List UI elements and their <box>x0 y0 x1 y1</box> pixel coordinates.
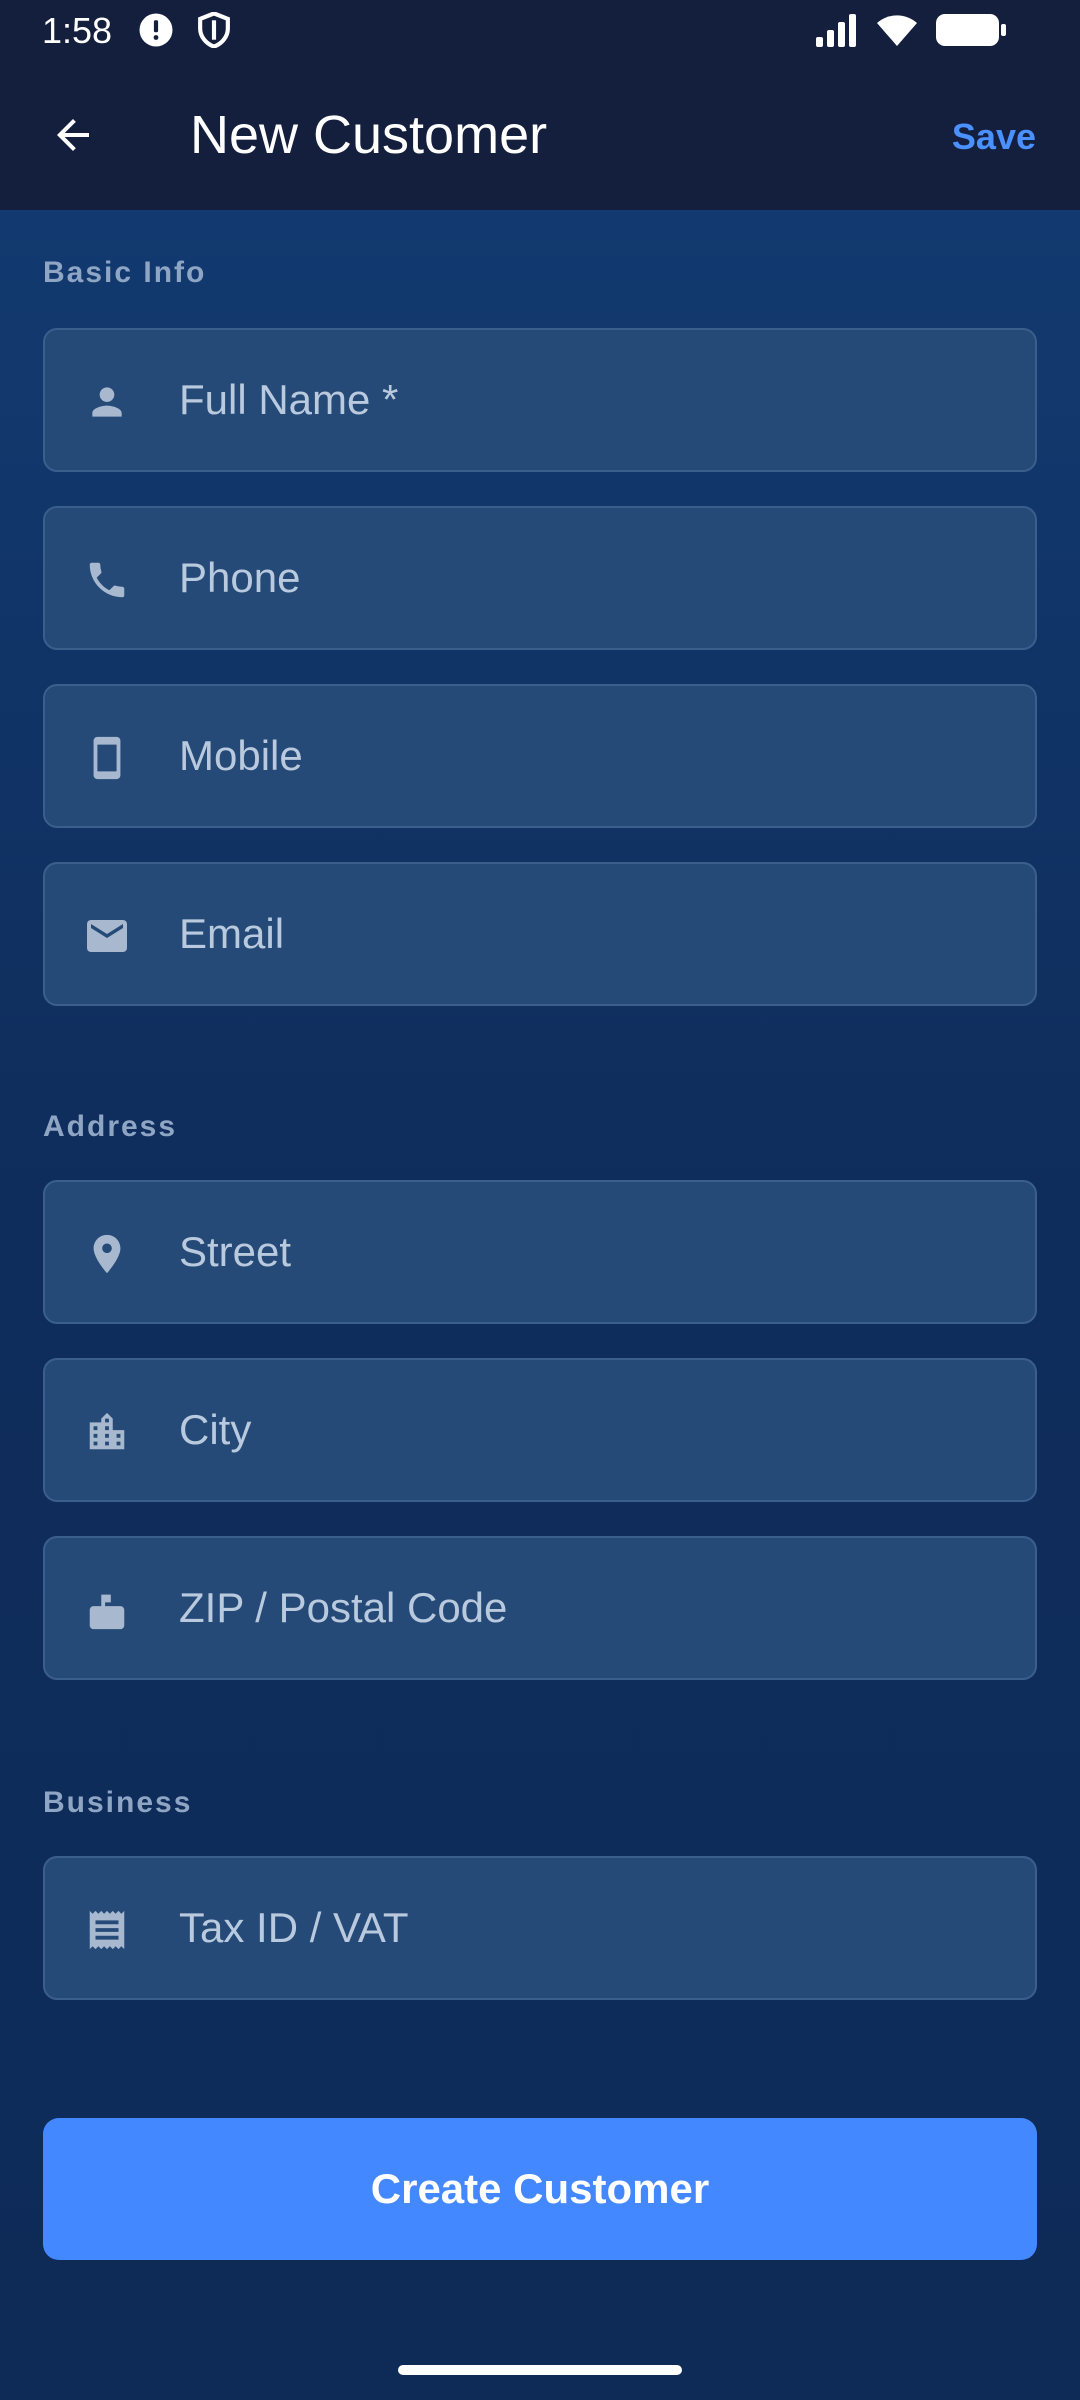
back-button[interactable] <box>38 102 108 172</box>
arrow-back-icon <box>49 111 97 164</box>
section-label-business: Business <box>43 1786 193 1819</box>
full-name-field[interactable] <box>43 328 1037 472</box>
full-name-input[interactable] <box>179 330 999 470</box>
shield-icon <box>194 10 234 50</box>
street-field[interactable] <box>43 1180 1037 1324</box>
mailbox-icon <box>81 1584 133 1636</box>
app-bar: New Customer Save <box>0 62 1080 210</box>
phone-field[interactable] <box>43 506 1037 650</box>
page-title: New Customer <box>190 105 548 165</box>
mobile-input[interactable] <box>179 686 999 826</box>
zip-input[interactable] <box>179 1538 999 1678</box>
wifi-icon <box>872 10 922 50</box>
phone-input[interactable] <box>179 508 999 648</box>
status-time: 1:58 <box>42 10 113 51</box>
tax-id-field[interactable] <box>43 1856 1037 2000</box>
signal-icon <box>812 10 862 50</box>
status-bar: 1:58 <box>0 0 1080 62</box>
mobile-field[interactable] <box>43 684 1037 828</box>
mail-icon <box>81 910 133 962</box>
battery-icon <box>934 10 1008 50</box>
street-input[interactable] <box>179 1182 999 1322</box>
phone-icon <box>81 554 133 606</box>
section-label-basic-info: Basic Info <box>43 256 207 289</box>
smartphone-icon <box>81 732 133 784</box>
home-indicator[interactable] <box>398 2365 682 2375</box>
location-pin-icon <box>81 1228 133 1280</box>
tax-id-input[interactable] <box>179 1858 999 1998</box>
section-label-address: Address <box>43 1110 178 1143</box>
save-button[interactable]: Save <box>952 116 1036 158</box>
create-customer-button[interactable]: Create Customer <box>43 2118 1037 2260</box>
receipt-icon <box>81 1904 133 1956</box>
email-input[interactable] <box>179 864 999 1004</box>
form-content: Basic Info Address <box>0 210 1080 2400</box>
email-field[interactable] <box>43 862 1037 1006</box>
zip-field[interactable] <box>43 1536 1037 1680</box>
person-icon <box>81 376 133 428</box>
city-field[interactable] <box>43 1358 1037 1502</box>
city-icon <box>81 1406 133 1458</box>
alert-icon <box>136 10 176 50</box>
city-input[interactable] <box>179 1360 999 1500</box>
